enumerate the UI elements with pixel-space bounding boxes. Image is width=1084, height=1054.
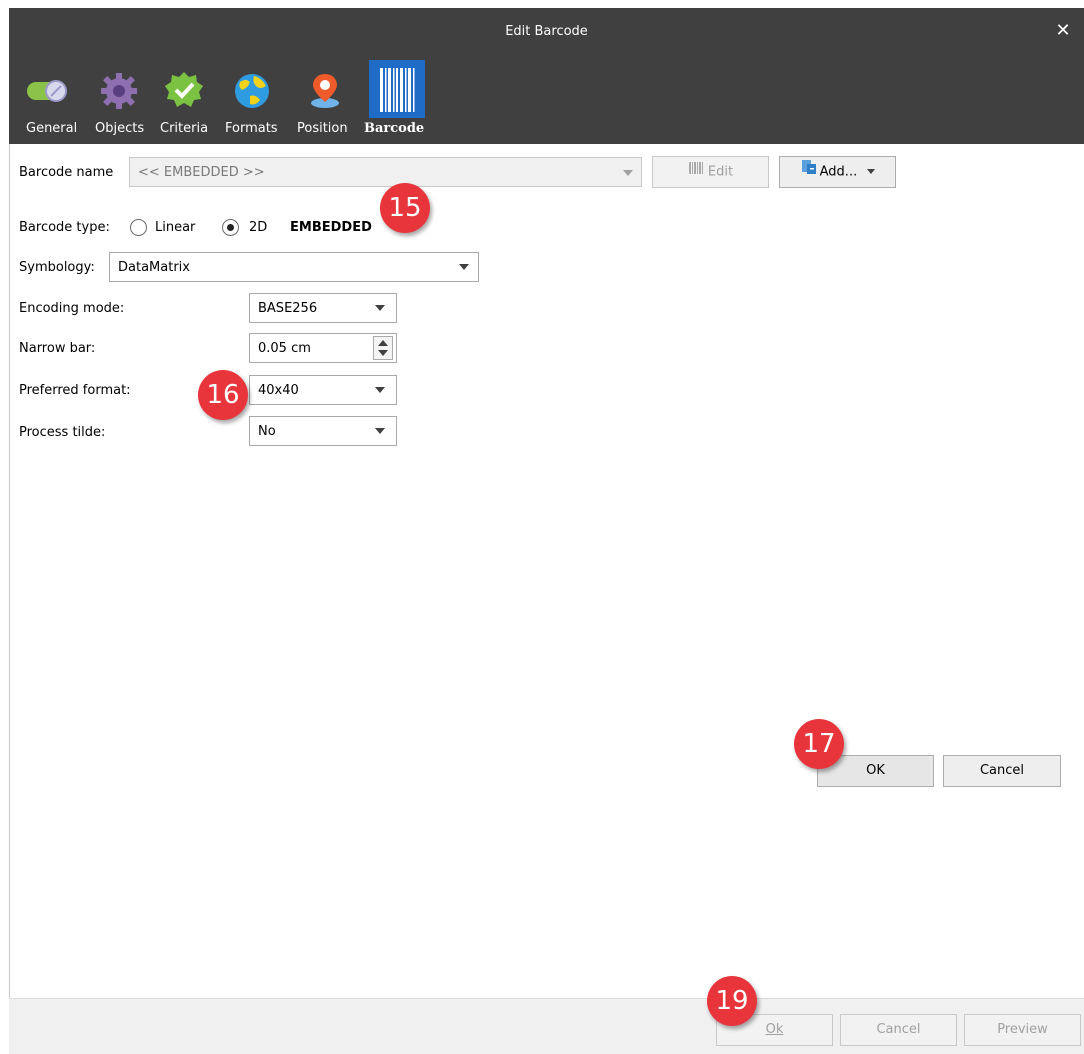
- globe-icon: [235, 74, 269, 108]
- tab-objects-label[interactable]: Objects: [95, 118, 144, 140]
- tab-criteria-label[interactable]: Criteria: [160, 118, 208, 140]
- footer-preview-button[interactable]: Preview: [964, 1014, 1081, 1046]
- tab-barcode[interactable]: [369, 60, 425, 118]
- encoding-mode-value: BASE256: [258, 301, 318, 316]
- footer-cancel-button[interactable]: Cancel: [840, 1014, 957, 1046]
- chevron-down-icon: [375, 428, 385, 434]
- radio-2d[interactable]: [222, 219, 239, 236]
- spin-buttons[interactable]: [373, 336, 393, 360]
- footer-ok-label: Ok: [765, 1022, 784, 1037]
- tab-position-label[interactable]: Position: [297, 118, 348, 140]
- spin-down-icon[interactable]: [378, 350, 388, 356]
- tab-formats-label[interactable]: Formats: [225, 118, 278, 140]
- checkmark-badge-icon: [165, 72, 203, 107]
- annotation-badge-16: 16: [198, 370, 248, 420]
- add-button-label: Add...: [819, 164, 858, 180]
- edit-button[interactable]: Edit: [652, 156, 769, 188]
- narrow-bar-value: 0.05 cm: [258, 341, 311, 356]
- symbology-value: DataMatrix: [118, 260, 190, 275]
- annotation-badge-17: 17: [794, 719, 844, 769]
- toggle-icon: [27, 80, 67, 102]
- cancel-button[interactable]: Cancel: [943, 755, 1061, 787]
- radio-linear[interactable]: [130, 219, 147, 236]
- barcode-name-label: Barcode name: [19, 165, 114, 180]
- symbology-select[interactable]: DataMatrix: [109, 252, 479, 282]
- add-document-icon: [800, 157, 818, 187]
- desktop-edge: [0, 0, 9, 1054]
- tab-formats[interactable]: [228, 60, 284, 118]
- narrow-bar-label: Narrow bar:: [19, 341, 96, 356]
- chevron-down-icon: [375, 305, 385, 311]
- tab-general-label[interactable]: General: [26, 118, 77, 140]
- tab-objects[interactable]: [95, 60, 151, 118]
- annotation-badge-15: 15: [380, 183, 430, 233]
- tab-criteria[interactable]: [160, 60, 216, 118]
- dialog-title: Edit Barcode: [505, 24, 588, 39]
- spin-up-icon[interactable]: [378, 340, 388, 346]
- tab-barcode-label[interactable]: Barcode: [364, 118, 424, 140]
- preferred-format-label: Preferred format:: [19, 383, 131, 398]
- tab-general[interactable]: [19, 60, 75, 118]
- add-button[interactable]: Add...: [779, 156, 896, 188]
- annotation-badge-19: 19: [707, 976, 757, 1026]
- encoding-mode-label: Encoding mode:: [19, 301, 125, 316]
- barcode-small-icon: [688, 157, 706, 187]
- symbology-label: Symbology:: [19, 260, 95, 275]
- preferred-format-value: 40x40: [258, 383, 299, 398]
- narrow-bar-spinbox[interactable]: 0.05 cm: [249, 333, 397, 363]
- radio-2d-label[interactable]: 2D: [249, 220, 267, 235]
- embedded-tag: EMBEDDED: [290, 220, 372, 235]
- edit-button-label: Edit: [707, 164, 734, 180]
- process-tilde-value: No: [258, 424, 276, 439]
- tab-position[interactable]: [300, 60, 356, 118]
- barcode-type-label: Barcode type:: [19, 220, 110, 235]
- gear-icon: [101, 73, 137, 109]
- chevron-down-icon: [459, 264, 469, 270]
- close-icon[interactable]: ✕: [1050, 18, 1076, 44]
- chevron-down-icon: [867, 168, 876, 174]
- chevron-down-icon: [623, 170, 633, 176]
- chevron-down-icon: [375, 387, 385, 393]
- process-tilde-select[interactable]: No: [249, 416, 397, 446]
- footer-cancel-label: Cancel: [876, 1022, 921, 1037]
- process-tilde-label: Process tilde:: [19, 425, 106, 440]
- radio-linear-label[interactable]: Linear: [155, 220, 195, 235]
- preferred-format-select[interactable]: 40x40: [249, 375, 397, 405]
- encoding-mode-select[interactable]: BASE256: [249, 293, 397, 323]
- barcode-name-value: << EMBEDDED >>: [138, 165, 265, 180]
- barcode-icon: [380, 68, 415, 112]
- map-pin-icon: [311, 74, 339, 108]
- radio-selected-dot: [227, 224, 234, 231]
- barcode-name-select[interactable]: << EMBEDDED >>: [129, 157, 642, 187]
- footer-preview-label: Preview: [997, 1022, 1048, 1037]
